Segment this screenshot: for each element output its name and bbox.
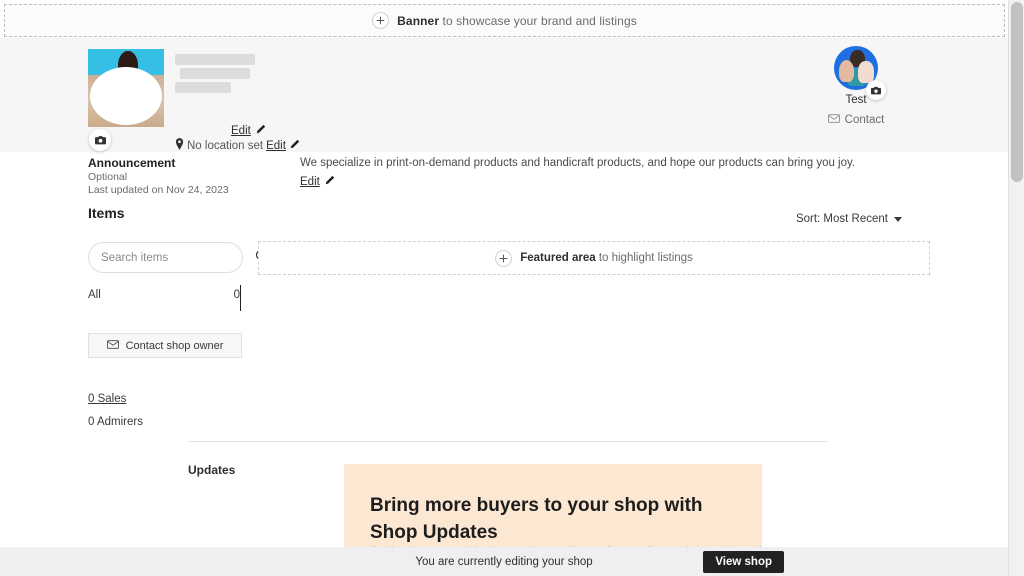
announcement-edit-link[interactable]: Edit (300, 176, 320, 188)
featured-placeholder-label: Featured area to highlight listings (520, 252, 693, 264)
pencil-icon (289, 139, 300, 153)
page-scrollbar[interactable] (1008, 0, 1024, 576)
updates-label: Updates (188, 463, 236, 477)
sort-label: Sort: Most Recent (795, 213, 888, 225)
shop-avatar-camera-button[interactable] (89, 129, 111, 151)
user-contact-label: Contact (844, 114, 885, 126)
user-avatar-camera-button[interactable] (866, 80, 886, 100)
envelope-icon (106, 339, 119, 352)
shop-location-row: No location set Edit (175, 138, 300, 153)
filter-all-label: All (88, 289, 101, 301)
pencil-icon (255, 123, 266, 138)
envelope-icon (827, 114, 840, 126)
shop-name-redacted (175, 54, 261, 93)
featured-label-bold: Featured area (520, 252, 596, 264)
admirers-count: 0 Admirers (88, 416, 143, 428)
location-pin-icon (175, 138, 184, 153)
section-divider (188, 441, 828, 442)
pencil-icon (324, 174, 335, 189)
editing-status-bar: You are currently editing your shop View… (0, 547, 1008, 576)
featured-placeholder-inner: Featured area to highlight listings (495, 249, 693, 267)
shop-avatar-wrap[interactable] (88, 49, 164, 127)
location-edit-link[interactable]: Edit (266, 140, 286, 152)
filter-all-row[interactable]: All 0 (88, 289, 240, 301)
chevron-down-icon (894, 216, 902, 222)
shop-avatar-image (88, 49, 164, 127)
announcement-block: Announcement Optional Last updated on No… (88, 156, 229, 197)
announcement-title: Announcement (88, 156, 176, 170)
redaction-bar (175, 54, 255, 65)
announcement-edit[interactable]: Edit (300, 174, 940, 189)
featured-area-placeholder[interactable]: Featured area to highlight listings (258, 241, 930, 275)
view-shop-button[interactable]: View shop (703, 551, 784, 573)
banner-label-rest: to showcase your brand and listings (439, 13, 637, 28)
banner-placeholder-label: Banner to showcase your brand and listin… (397, 14, 637, 28)
search-items-box[interactable] (88, 242, 269, 273)
banner-placeholder[interactable]: Banner to showcase your brand and listin… (4, 4, 1005, 37)
user-block: Test Contact (796, 46, 916, 126)
shop-editor-page: Banner to showcase your brand and listin… (0, 0, 1008, 576)
location-text: No location set (187, 139, 264, 152)
shop-header-band: Edit No location set Edit Test Contact (0, 38, 1008, 152)
announcement-body: We specialize in print-on-demand product… (300, 156, 940, 189)
sales-link[interactable]: 0 Sales (88, 393, 126, 405)
announcement-last-updated: Last updated on Nov 24, 2023 (88, 184, 229, 196)
scrollbar-thumb[interactable] (1011, 2, 1023, 182)
user-name: Test (845, 94, 867, 106)
contact-shop-owner-button[interactable]: Contact shop owner (88, 333, 242, 358)
shop-name-edit[interactable]: Edit (231, 123, 266, 138)
redaction-bar (175, 82, 231, 93)
items-heading: Items (88, 205, 125, 221)
sort-dropdown[interactable]: Sort: Most Recent (796, 213, 902, 225)
shop-updates-heading: Bring more buyers to your shop with Shop… (370, 495, 703, 543)
plus-icon (495, 249, 513, 267)
editing-status-text: You are currently editing your shop (415, 555, 593, 568)
avatar-redaction-ellipse (90, 67, 162, 125)
contact-shop-owner-label: Contact shop owner (125, 339, 224, 352)
featured-label-rest: to highlight listings (595, 252, 693, 264)
banner-placeholder-inner: Banner to showcase your brand and listin… (372, 12, 637, 29)
edit-link-label[interactable]: Edit (231, 125, 251, 137)
avatar-figure (839, 60, 854, 82)
filter-active-indicator (240, 285, 241, 311)
announcement-optional: Optional (88, 171, 128, 183)
banner-label-bold: Banner (397, 13, 440, 28)
announcement-text: We specialize in print-on-demand product… (300, 157, 856, 169)
plus-icon (372, 12, 390, 29)
user-contact-link[interactable]: Contact (796, 114, 916, 126)
redaction-bar (180, 68, 250, 79)
search-input[interactable] (101, 251, 255, 264)
